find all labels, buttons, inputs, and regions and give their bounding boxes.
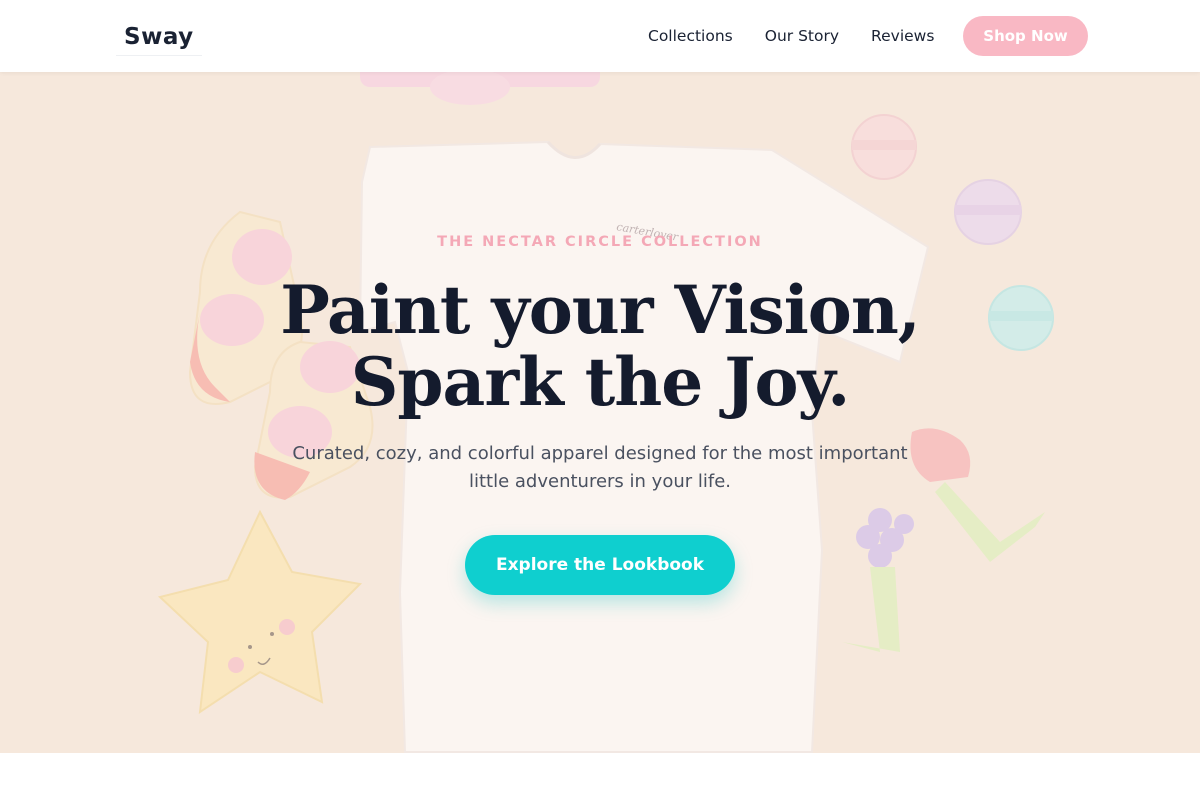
brand-logo[interactable]: Sway [116,18,202,56]
nav-link-reviews[interactable]: Reviews [871,24,934,48]
shop-now-button[interactable]: Shop Now [963,16,1088,56]
hero-section: carterlover THE NECTAR CIRCLE COLLECTION… [0,72,1200,753]
explore-lookbook-button[interactable]: Explore the Lookbook [465,535,735,595]
hero-headline-line2: Spark the Joy. [350,343,851,421]
page-bottom-strip [0,753,1200,800]
hero-headline: Paint your Vision, Spark the Joy. [0,274,1200,418]
nav-link-collections[interactable]: Collections [648,24,733,48]
hero-eyebrow: THE NECTAR CIRCLE COLLECTION [437,234,763,250]
main-nav: Collections Our Story Reviews [648,24,934,48]
hero-subtext: Curated, cozy, and colorful apparel desi… [292,443,908,492]
nav-link-our-story[interactable]: Our Story [765,24,839,48]
hero-headline-line1: Paint your Vision, [280,271,921,349]
site-header: Sway Collections Our Story Reviews Shop … [0,0,1200,72]
